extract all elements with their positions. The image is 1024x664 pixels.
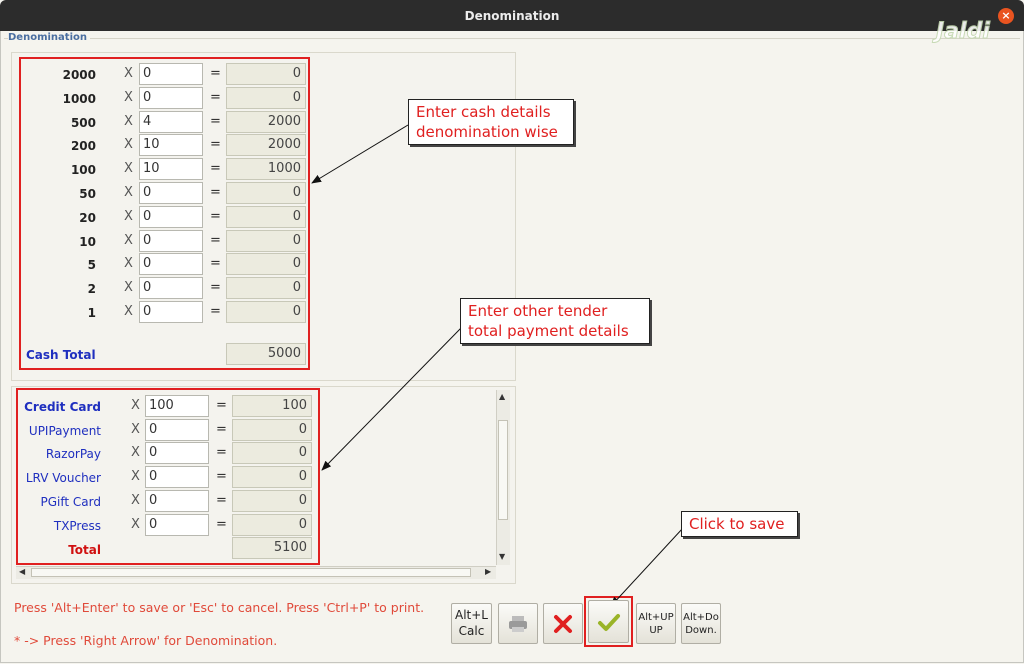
scroll-right-arrow[interactable]: ▶	[485, 567, 491, 576]
scroll-up-arrow[interactable]: ▲	[499, 392, 505, 401]
scroll-thumb[interactable]	[498, 420, 508, 520]
move-up-button[interactable]: Alt+UP UP	[636, 603, 676, 644]
calc-button[interactable]: Alt+L Calc	[451, 603, 492, 644]
save-callout: Click to save	[681, 511, 798, 537]
save-button[interactable]	[588, 600, 629, 643]
window-title: Denomination	[464, 9, 560, 23]
scroll-down-arrow[interactable]: ▼	[499, 552, 505, 561]
move-down-button[interactable]: Alt+Do Down.	[681, 603, 721, 644]
close-icon	[554, 615, 572, 633]
denomination-hint: * -> Press 'Right Arrow' for Denominatio…	[14, 633, 278, 648]
keyboard-hint: Press 'Alt+Enter' to save or 'Esc' to ca…	[14, 600, 425, 615]
title-bar: Denomination ×	[0, 0, 1024, 31]
cancel-button[interactable]	[543, 603, 583, 644]
tender-highlight-box	[16, 388, 320, 565]
print-button[interactable]	[498, 603, 538, 644]
tender-callout: Enter other tender total payment details	[460, 298, 650, 344]
fieldset-label: Denomination	[8, 32, 90, 43]
checkmark-icon	[597, 614, 620, 631]
tender-vertical-scrollbar[interactable]: ▲ ▼	[496, 390, 510, 565]
tender-horizontal-scrollbar[interactable]: ◀ ▶	[16, 566, 496, 579]
fieldset-border	[4, 38, 1020, 39]
scroll-left-arrow[interactable]: ◀	[19, 567, 25, 576]
cash-highlight-box	[19, 57, 310, 370]
jaldi-logo: Jaldi	[936, 19, 991, 45]
cash-callout: Enter cash details denomination wise	[408, 99, 574, 145]
close-window-button[interactable]: ×	[998, 8, 1014, 24]
printer-icon	[509, 616, 527, 632]
scroll-h-thumb[interactable]	[31, 568, 471, 577]
